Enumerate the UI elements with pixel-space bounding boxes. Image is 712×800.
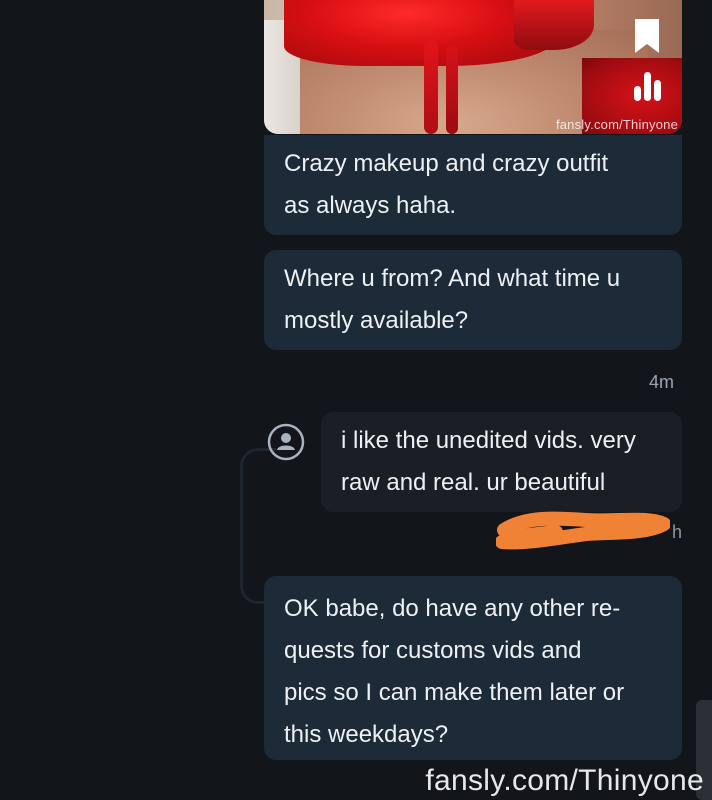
message-timestamp: 4m [648,372,674,392]
message-bubble-incoming[interactable]: i like the unedited vids. very raw and r… [321,412,682,512]
user-avatar-icon[interactable] [267,423,305,461]
bookmark-icon[interactable] [634,18,660,54]
message-bubble-outgoing[interactable]: Where u from? And what time u mostly ava… [264,250,682,350]
photo-content [424,40,438,134]
watermark-text: fansly.com/Thinyone [425,764,704,797]
message-bubble-outgoing[interactable]: OK babe, do have any other re- quests fo… [264,576,682,760]
chat-screen: fansly.com/Thinyone Crazy makeup and cra… [0,0,712,800]
stats-icon[interactable] [632,70,664,102]
message-timestamp: h [671,522,682,542]
photo-actions [630,0,664,110]
photo-content [446,46,458,134]
photo-watermark: fansly.com/Thinyone [555,117,678,132]
photo-content [514,0,594,50]
redaction-scribble [496,511,670,550]
message-bubble-outgoing[interactable]: Crazy makeup and crazy outfit as always … [264,135,682,235]
photo-attachment[interactable]: fansly.com/Thinyone [264,0,682,134]
